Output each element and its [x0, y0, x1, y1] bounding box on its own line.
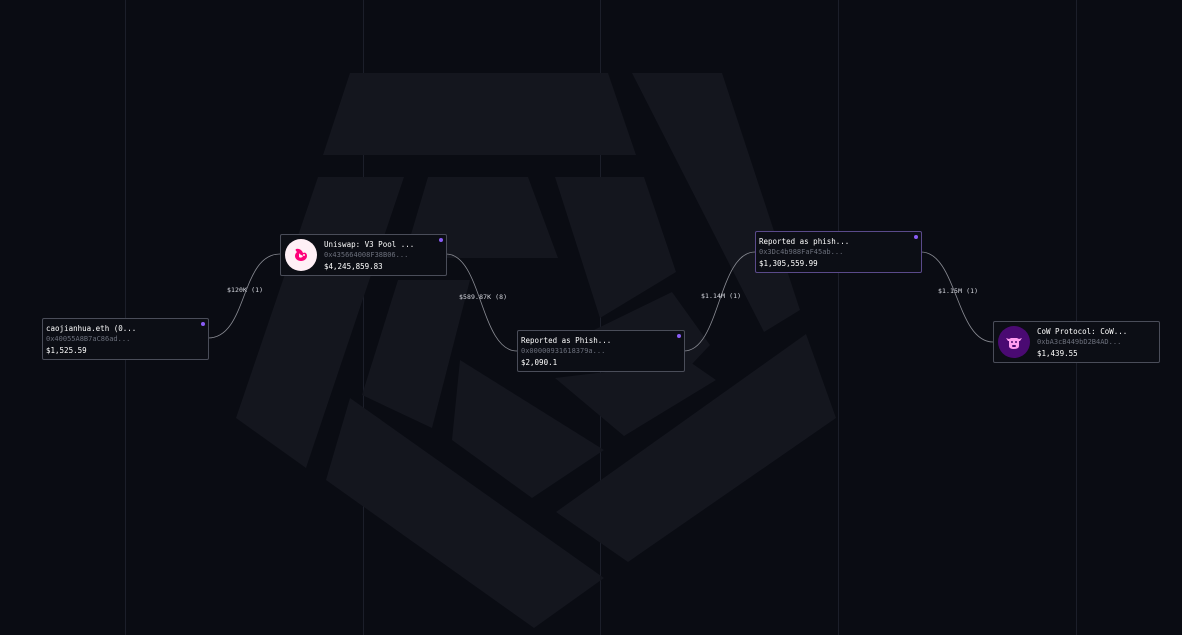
edge-label[interactable]: $589.87K (8) — [459, 293, 507, 301]
node-balance: $4,245,859.83 — [324, 262, 383, 271]
node-balance: $1,439.55 — [1037, 349, 1078, 358]
node-address: 0x3Dc4b988FaF45ab... — [759, 248, 844, 256]
uniswap-logo-icon — [285, 239, 317, 271]
node-status-dot — [201, 322, 205, 326]
address-node-uniswap-pool[interactable]: Uniswap: V3 Pool ... 0x435664008F38B06..… — [280, 234, 447, 276]
node-name: Uniswap: V3 Pool ... — [324, 240, 415, 249]
node-status-dot — [439, 238, 443, 242]
node-address: 0x435664008F38B06... — [324, 251, 409, 259]
edge-label[interactable]: $1.14M (1) — [701, 292, 741, 300]
node-balance: $1,525.59 — [46, 346, 87, 355]
node-name: Reported as Phish... — [521, 336, 612, 345]
node-balance: $2,090.1 — [521, 358, 558, 367]
node-address: 0x40055A8B7aC86ad... — [46, 335, 131, 343]
node-status-dot — [914, 235, 918, 239]
edge-line[interactable] — [445, 253, 518, 352]
node-status-dot — [677, 334, 681, 338]
edge-label[interactable]: $1.15M (1) — [938, 287, 978, 295]
node-name: Reported as phish... — [759, 237, 850, 246]
node-name: CoW Protocol: CoW... — [1037, 327, 1128, 336]
address-node-reported-phish-1[interactable]: Reported as Phish... 0x00000931618379a..… — [517, 330, 685, 372]
node-balance: $1,305,559.99 — [759, 259, 818, 268]
node-name: caojianhua.eth (0... — [46, 324, 137, 333]
address-node-caojianhua[interactable]: caojianhua.eth (0... 0x40055A8B7aC86ad..… — [42, 318, 209, 360]
graph-canvas[interactable]: $120K (1) $589.87K (8) $1.14M (1) $1.15M… — [0, 0, 1182, 635]
edge-line[interactable] — [683, 251, 756, 352]
cow-protocol-logo-icon — [998, 326, 1030, 358]
edge-label[interactable]: $120K (1) — [227, 286, 263, 294]
edge-line[interactable] — [207, 253, 281, 339]
address-node-cow-protocol[interactable]: CoW Protocol: CoW... 0xbA3cB449bD2B4AD..… — [993, 321, 1160, 363]
node-address: 0x00000931618379a... — [521, 347, 606, 355]
edge-line[interactable] — [920, 251, 994, 343]
node-address: 0xbA3cB449bD2B4AD... — [1037, 338, 1122, 346]
address-node-reported-phish-2[interactable]: Reported as phish... 0x3Dc4b988FaF45ab..… — [755, 231, 922, 273]
